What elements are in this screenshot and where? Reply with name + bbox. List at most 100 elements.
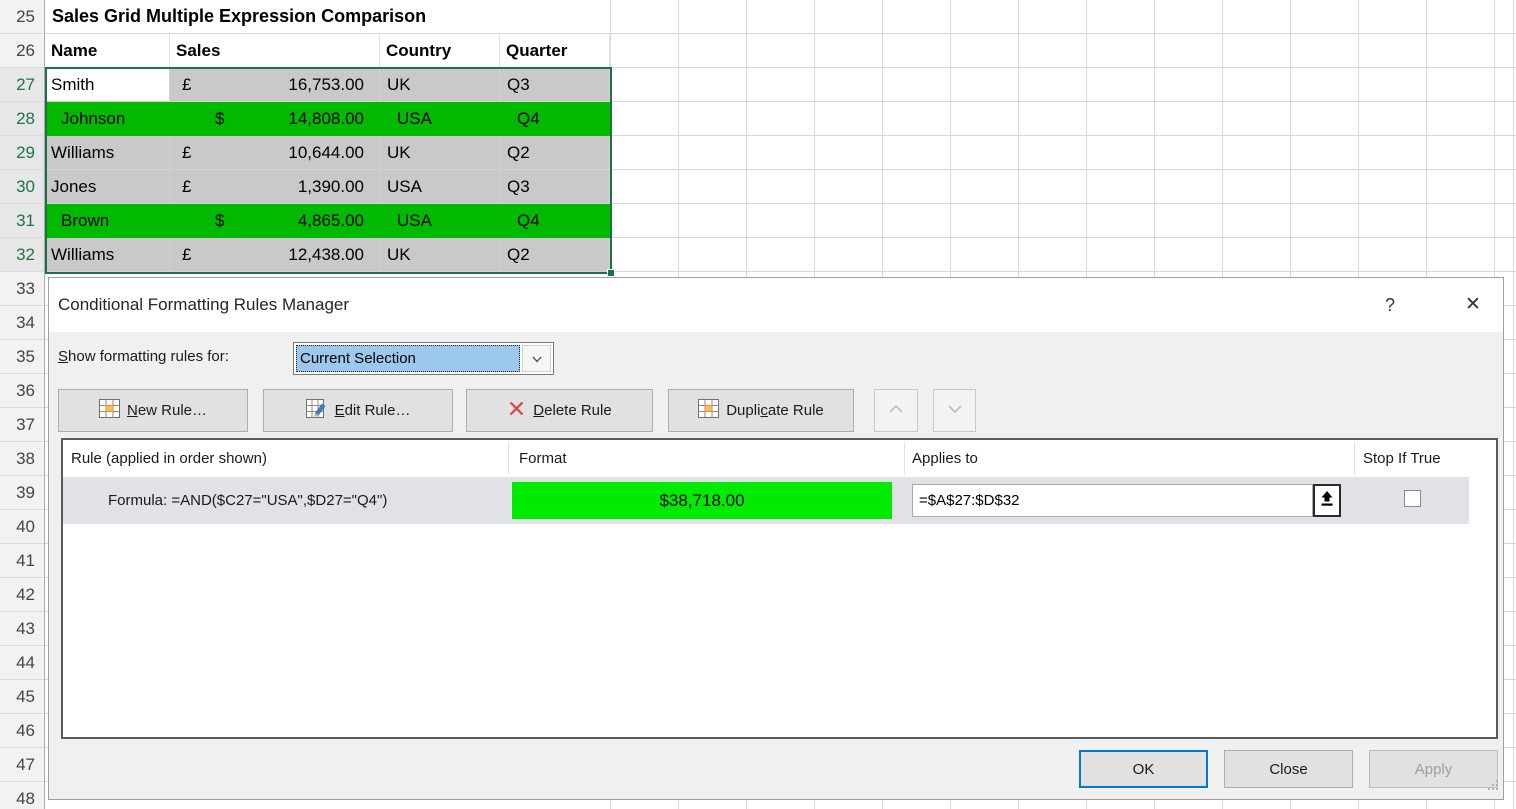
cell-country[interactable]: USA	[380, 102, 500, 136]
header-cell-name[interactable]: Name	[45, 34, 170, 68]
scope-dropdown[interactable]: Current Selection	[293, 342, 554, 375]
row-header-42[interactable]: 42	[0, 578, 44, 612]
sheet-title-row: Sales Grid Multiple Expression Compariso…	[45, 0, 610, 34]
cell-quarter[interactable]: Q2	[500, 238, 610, 272]
row-header-31[interactable]: 31	[0, 204, 44, 238]
currency-symbol: £	[182, 75, 191, 95]
resize-grip[interactable]	[1487, 778, 1499, 795]
row-header-44[interactable]: 44	[0, 646, 44, 680]
delete-rule-button[interactable]: Delete Rule	[466, 389, 653, 432]
collapse-dialog-button[interactable]	[1313, 484, 1341, 517]
cell-country[interactable]: USA	[380, 204, 500, 238]
column-header-applies-to: Applies to	[912, 440, 978, 477]
row-header-38[interactable]: 38	[0, 442, 44, 476]
delete-rule-label: Delete Rule	[533, 402, 611, 419]
cell-sales[interactable]: £1,390.00	[170, 170, 380, 204]
row-header-35[interactable]: 35	[0, 340, 44, 374]
row-header-32[interactable]: 32	[0, 238, 44, 272]
row-header-47[interactable]: 47	[0, 748, 44, 782]
rules-list-header: Rule (applied in order shown) Format App…	[63, 440, 1496, 477]
sheet-row-32: Williams£12,438.00UKQ2	[45, 238, 610, 272]
row-header-41[interactable]: 41	[0, 544, 44, 578]
row-header-strip: 2526272829303132333435363738394041424344…	[0, 0, 45, 809]
cell-sales[interactable]: £10,644.00	[170, 136, 380, 170]
cell-sales[interactable]: £12,438.00	[170, 238, 380, 272]
column-separator	[904, 442, 905, 475]
column-separator	[1354, 442, 1355, 475]
apply-button[interactable]: Apply	[1369, 750, 1498, 788]
sheet-title-cell[interactable]: Sales Grid Multiple Expression Compariso…	[45, 6, 426, 27]
sheet-row-29: Williams£10,644.00UKQ2	[45, 136, 610, 170]
row-header-34[interactable]: 34	[0, 306, 44, 340]
cell-sales[interactable]: $4,865.00	[170, 204, 380, 238]
grid-line-right-sliver	[1513, 0, 1514, 809]
close-icon[interactable]: ✕	[1453, 278, 1493, 332]
cell-sales[interactable]: $14,808.00	[170, 102, 380, 136]
row-header-26[interactable]: 26	[0, 34, 44, 68]
header-cell-sales[interactable]: Sales	[170, 34, 380, 68]
help-icon[interactable]: ?	[1375, 278, 1405, 332]
row-header-40[interactable]: 40	[0, 510, 44, 544]
row-header-45[interactable]: 45	[0, 680, 44, 714]
cell-quarter[interactable]: Q3	[500, 170, 610, 204]
row-header-29[interactable]: 29	[0, 136, 44, 170]
rule-row[interactable]: Formula: =AND($C27="USA",$D27="Q4") $38,…	[63, 477, 1469, 524]
edit-rule-button[interactable]: Edit Rule…	[263, 389, 453, 432]
show-rules-label: Show formatting rules for:	[58, 348, 229, 365]
move-rule-down-button[interactable]	[933, 389, 976, 432]
cell-quarter[interactable]: Q4	[500, 102, 610, 136]
scope-dropdown-value: Current Selection	[296, 345, 520, 372]
cell-country[interactable]: UK	[380, 136, 500, 170]
row-header-33[interactable]: 33	[0, 272, 44, 306]
row-header-46[interactable]: 46	[0, 714, 44, 748]
new-rule-button[interactable]: New Rule…	[58, 389, 248, 432]
sheet-data-rows: Smith£16,753.00UKQ3Johnson$14,808.00USAQ…	[45, 68, 610, 272]
sheet-row-31: Brown$4,865.00USAQ4	[45, 204, 610, 238]
new-rule-label: New Rule…	[127, 402, 207, 419]
amount-value: 1,390.00	[298, 177, 364, 197]
edit-rule-label: Edit Rule…	[335, 402, 411, 419]
rules-list: Rule (applied in order shown) Format App…	[61, 438, 1498, 739]
row-header-28[interactable]: 28	[0, 102, 44, 136]
row-header-48[interactable]: 48	[0, 782, 44, 809]
cell-quarter[interactable]: Q3	[500, 68, 610, 102]
row-header-43[interactable]: 43	[0, 612, 44, 646]
cell-name[interactable]: Smith	[45, 68, 170, 102]
amount-value: 12,438.00	[288, 245, 364, 265]
cell-name[interactable]: Williams	[45, 238, 170, 272]
ok-button[interactable]: OK	[1079, 750, 1208, 788]
duplicate-rule-label: Duplicate Rule	[726, 402, 824, 419]
row-header-30[interactable]: 30	[0, 170, 44, 204]
applies-to-input[interactable]	[912, 484, 1313, 517]
row-header-36[interactable]: 36	[0, 374, 44, 408]
cell-name[interactable]: Brown	[45, 204, 170, 238]
close-button[interactable]: Close	[1224, 750, 1353, 788]
header-cell-quarter[interactable]: Quarter	[500, 34, 610, 68]
cell-quarter[interactable]: Q4	[500, 204, 610, 238]
chevron-up-icon	[887, 402, 905, 420]
rule-description: Formula: =AND($C27="USA",$D27="Q4")	[108, 477, 387, 524]
cell-country[interactable]: UK	[380, 238, 500, 272]
duplicate-rule-button[interactable]: Duplicate Rule	[668, 389, 854, 432]
move-rule-up-button[interactable]	[874, 389, 918, 432]
row-header-39[interactable]: 39	[0, 476, 44, 510]
dialog-title: Conditional Formatting Rules Manager	[58, 278, 349, 332]
cf-rules-manager-dialog: Conditional Formatting Rules Manager ? ✕…	[48, 277, 1504, 800]
cell-name[interactable]: Johnson	[45, 102, 170, 136]
chevron-down-icon[interactable]	[522, 345, 551, 372]
row-header-27[interactable]: 27	[0, 68, 44, 102]
column-separator	[508, 442, 509, 475]
row-header-37[interactable]: 37	[0, 408, 44, 442]
row-header-25[interactable]: 25	[0, 0, 44, 34]
cell-quarter[interactable]: Q2	[500, 136, 610, 170]
cell-sales[interactable]: £16,753.00	[170, 68, 380, 102]
dialog-titlebar[interactable]: Conditional Formatting Rules Manager ? ✕	[49, 278, 1503, 332]
cell-name[interactable]: Williams	[45, 136, 170, 170]
amount-value: 4,865.00	[298, 211, 364, 231]
header-cell-country[interactable]: Country	[380, 34, 500, 68]
fill-handle[interactable]	[607, 269, 615, 277]
cell-country[interactable]: USA	[380, 170, 500, 204]
stop-if-true-checkbox[interactable]	[1404, 490, 1421, 507]
cell-name[interactable]: Jones	[45, 170, 170, 204]
cell-country[interactable]: UK	[380, 68, 500, 102]
